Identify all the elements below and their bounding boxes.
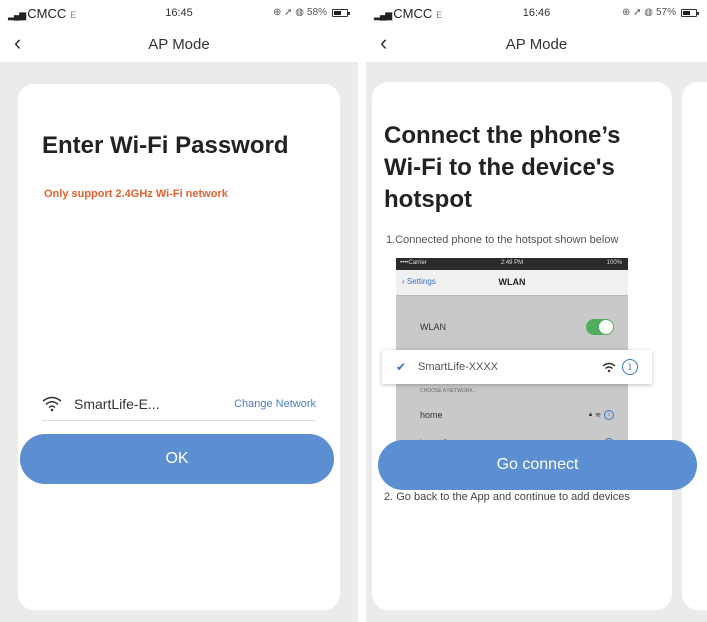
example-title: WLAN [498, 277, 526, 287]
warning-text: Only support 2.4GHz Wi-Fi network [44, 188, 228, 200]
card-title: Connect the phone’s Wi-Fi to the device'… [384, 122, 621, 213]
wifi-icon [42, 396, 70, 412]
hotspot-name: SmartLife-XXXX [418, 361, 499, 373]
example-network-name: home [420, 410, 443, 420]
example-status-bar: ••••Carrier 2:49 PM 100% [396, 258, 628, 270]
card-title: Enter Wi-Fi Password [42, 132, 289, 159]
example-battery: 100% [606, 260, 622, 266]
phone-screen-left: ▂▄▆ CMCC E 16:45 ⊕ ➚ ◍ 58% ‹ AP Mode Enter… [0, 0, 358, 622]
change-network-link[interactable]: Change Network [234, 398, 316, 410]
wifi-icon [602, 362, 616, 372]
example-wlan-row: WLAN [396, 314, 628, 340]
example-wlan-label: WLAN [420, 322, 447, 332]
battery-icon [681, 8, 699, 17]
toggle-icon [586, 319, 614, 335]
page-title: AP Mode [148, 36, 210, 53]
location-icon: ⊕ ➚ ◍ [621, 7, 653, 18]
ok-button[interactable]: OK [20, 434, 334, 484]
ssid-name: SmartLife-E... [74, 395, 160, 412]
connect-hotspot-card: Connect the phone’s Wi-Fi to the device'… [372, 82, 672, 610]
nav-bar: ‹ AP Mode [0, 26, 358, 62]
example-time: 2:49 PM [500, 260, 524, 266]
step-1-text: 1.Connected phone to the hotspot shown b… [386, 234, 619, 246]
screenshot-divider [358, 0, 366, 622]
lock-icon: 🔒︎ [588, 411, 593, 418]
wifi-icon: ≋ [595, 412, 601, 419]
checkmark-icon: ✔ [396, 360, 407, 374]
nav-bar: ‹ AP Mode [366, 26, 707, 62]
status-bar: ▂▄▆ CMCC E 16:45 ⊕ ➚ ◍ 58% [0, 0, 358, 26]
status-bar: ▂▄▆ CMCC E 16:46 ⊕ ➚ ◍ 57% [366, 0, 707, 26]
go-connect-button[interactable]: Go connect [378, 440, 697, 490]
location-icon: ⊕ ➚ ◍ [272, 7, 304, 18]
step-2-text: 2. Go back to the App and continue to ad… [384, 491, 630, 503]
info-icon: i [604, 410, 614, 420]
info-icon: i [622, 359, 638, 375]
status-right: ⊕ ➚ ◍ 57% [621, 7, 699, 18]
phone-screen-right: ▂▄▆ CMCC E 16:46 ⊕ ➚ ◍ 57% ‹ AP Mode Conne… [366, 0, 707, 622]
status-right: ⊕ ➚ ◍ 58% [272, 7, 350, 18]
battery-percent: 57% [655, 7, 676, 18]
example-section-label: CHOOSE A NETWORK... [420, 388, 477, 394]
example-nav: ‹ Settings WLAN [396, 270, 628, 296]
example-hotspot-highlight: ✔ SmartLife-XXXX i [382, 350, 652, 384]
next-card-peek [682, 82, 707, 610]
example-network-row: home 🔒︎ ≋ i [396, 402, 628, 428]
ssid-row: SmartLife-E... Change Network [42, 387, 316, 421]
battery-icon [332, 8, 350, 17]
page-title: AP Mode [505, 36, 568, 53]
battery-percent: 58% [306, 7, 327, 18]
wifi-password-card: Enter Wi-Fi Password Only support 2.4GHz… [18, 84, 340, 610]
